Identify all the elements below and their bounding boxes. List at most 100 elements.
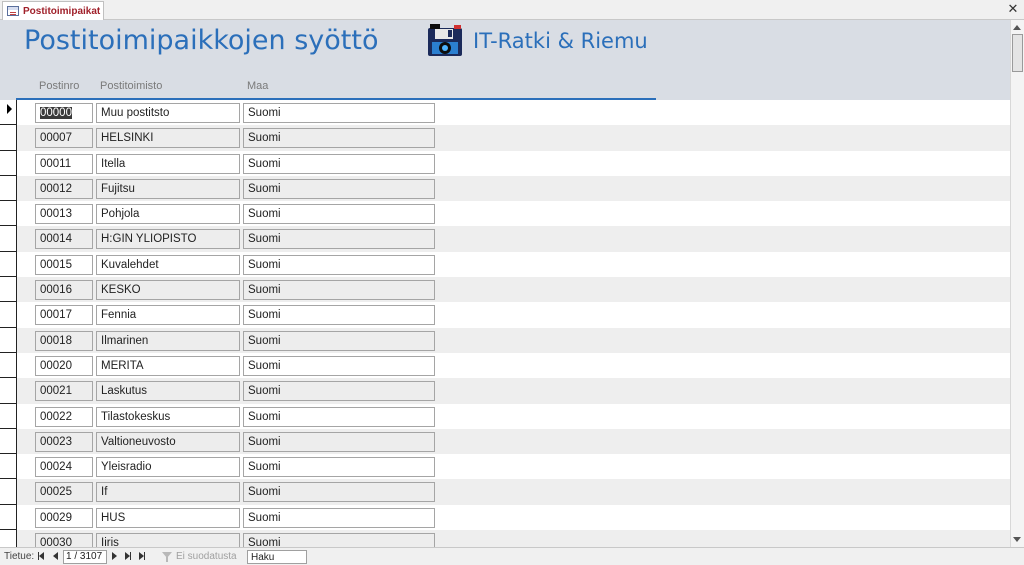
record-selector[interactable] xyxy=(0,327,17,353)
postinro-field[interactable]: 00030 xyxy=(35,533,93,547)
vertical-scrollbar[interactable] xyxy=(1010,20,1024,547)
previous-record-icon[interactable] xyxy=(53,550,63,562)
next-record-icon[interactable] xyxy=(112,550,122,562)
maa-field-value: Suomi xyxy=(248,157,281,170)
postitoimisto-field[interactable]: Muu postitsto xyxy=(96,103,240,123)
maa-field[interactable]: Suomi xyxy=(243,204,435,225)
postinro-field[interactable]: 00017 xyxy=(35,305,93,326)
record-selector[interactable] xyxy=(0,226,17,252)
current-record-field[interactable]: 1 / 3107 xyxy=(63,550,107,564)
record-selector[interactable] xyxy=(0,150,17,176)
postitoimisto-field[interactable]: HUS xyxy=(96,507,240,528)
postinro-field[interactable]: 00029 xyxy=(35,507,93,528)
postitoimisto-field-value: Yleisradio xyxy=(101,461,152,474)
record-row: 00014 H:GIN YLIOPISTO Suomi xyxy=(0,226,1010,252)
postinro-field[interactable]: 00021 xyxy=(35,381,93,402)
postitoimisto-field[interactable]: If xyxy=(96,482,240,503)
first-record-icon[interactable] xyxy=(38,550,48,562)
postinro-field[interactable]: 00020 xyxy=(35,355,93,376)
record-selector[interactable] xyxy=(0,479,17,505)
postinro-field[interactable]: 00022 xyxy=(35,406,93,427)
postinro-field[interactable]: 00015 xyxy=(35,254,93,275)
new-record-icon[interactable] xyxy=(139,550,149,562)
postinro-field[interactable]: 00024 xyxy=(35,457,93,478)
maa-field[interactable]: Suomi xyxy=(243,457,435,478)
maa-field[interactable]: Suomi xyxy=(243,330,435,351)
postinro-field[interactable]: 00016 xyxy=(35,280,93,301)
tab-postitoimipaikat[interactable]: Postitoimipaikat xyxy=(2,1,104,20)
maa-field[interactable]: Suomi xyxy=(243,482,435,503)
postitoimisto-field[interactable]: MERITA xyxy=(96,355,240,376)
postitoimisto-field[interactable]: Yleisradio xyxy=(96,457,240,478)
maa-field[interactable]: Suomi xyxy=(243,305,435,326)
record-selector[interactable] xyxy=(0,100,17,126)
maa-field[interactable]: Suomi xyxy=(243,431,435,452)
record-selector[interactable] xyxy=(0,175,17,202)
record-selector[interactable] xyxy=(0,201,17,227)
postitoimisto-field[interactable]: Kuvalehdet xyxy=(96,254,240,275)
postinro-field-value: 00000 xyxy=(40,107,72,119)
record-row: 00007 HELSINKI Suomi xyxy=(0,125,1010,151)
record-selector[interactable] xyxy=(0,428,17,455)
maa-field[interactable]: Suomi xyxy=(243,254,435,275)
maa-field[interactable]: Suomi xyxy=(243,355,435,376)
scroll-down-icon[interactable] xyxy=(1013,537,1021,542)
record-selector[interactable] xyxy=(0,251,17,278)
maa-field[interactable]: Suomi xyxy=(243,178,435,199)
record-selector[interactable] xyxy=(0,454,17,480)
postinro-field[interactable]: 00012 xyxy=(35,178,93,199)
scroll-thumb[interactable] xyxy=(1012,34,1023,72)
postitoimisto-field[interactable]: Valtioneuvosto xyxy=(96,431,240,452)
record-selector[interactable] xyxy=(0,352,17,379)
scroll-up-icon[interactable] xyxy=(1013,25,1021,30)
postitoimisto-field[interactable]: HELSINKI xyxy=(96,128,240,149)
record-selector[interactable] xyxy=(0,378,17,404)
maa-field-value: Suomi xyxy=(248,233,281,246)
filter-toggle[interactable]: Ei suodatusta xyxy=(162,551,237,562)
last-record-icon[interactable] xyxy=(125,550,135,562)
maa-field[interactable]: Suomi xyxy=(243,128,435,149)
postitoimisto-field[interactable]: KESKO xyxy=(96,280,240,301)
record-row: 00000 Muu postitsto Suomi xyxy=(0,100,1010,126)
maa-field[interactable]: Suomi xyxy=(243,507,435,528)
postitoimisto-field-value: MERITA xyxy=(101,359,144,372)
postinro-field[interactable]: 00013 xyxy=(35,204,93,225)
postinro-field[interactable]: 00023 xyxy=(35,431,93,452)
postitoimisto-field[interactable]: Iiris xyxy=(96,533,240,547)
postitoimisto-field[interactable]: Tilastokeskus xyxy=(96,406,240,427)
postinro-field[interactable]: 00014 xyxy=(35,229,93,250)
postitoimisto-field-value: Fujitsu xyxy=(101,182,135,195)
postitoimisto-field[interactable]: Itella xyxy=(96,153,240,174)
postinro-field[interactable]: 00018 xyxy=(35,330,93,351)
postitoimisto-field[interactable]: Laskutus xyxy=(96,381,240,402)
postinro-field[interactable]: 00025 xyxy=(35,482,93,503)
record-selector[interactable] xyxy=(0,125,17,151)
postinro-field[interactable]: 00007 xyxy=(35,128,93,149)
record-selector[interactable] xyxy=(0,302,17,328)
postitoimisto-field[interactable]: Fennia xyxy=(96,305,240,326)
postitoimisto-field[interactable]: Ilmarinen xyxy=(96,330,240,351)
record-row: 00020 MERITA Suomi xyxy=(0,352,1010,379)
postinro-field[interactable]: 00011 xyxy=(35,153,93,174)
record-selector[interactable] xyxy=(0,403,17,429)
record-selector[interactable] xyxy=(0,530,17,547)
maa-field[interactable]: Suomi xyxy=(243,406,435,427)
maa-field[interactable]: Suomi xyxy=(243,103,435,123)
access-form-window: Postitoimipaikat ✕ Postitoimipaikkojen s… xyxy=(0,0,1024,565)
postinro-field-value: 00018 xyxy=(40,334,72,347)
maa-field[interactable]: Suomi xyxy=(243,153,435,174)
maa-field[interactable]: Suomi xyxy=(243,381,435,402)
postitoimisto-field[interactable]: Fujitsu xyxy=(96,178,240,199)
maa-field[interactable]: Suomi xyxy=(243,229,435,250)
maa-field[interactable]: Suomi xyxy=(243,533,435,547)
postitoimisto-field-value: Valtioneuvosto xyxy=(101,435,176,448)
postitoimisto-field[interactable]: Pohjola xyxy=(96,204,240,225)
record-selector[interactable] xyxy=(0,277,17,303)
postinro-field[interactable]: 00000 xyxy=(35,103,93,123)
postitoimisto-field-value: HUS xyxy=(101,511,126,524)
maa-field[interactable]: Suomi xyxy=(243,280,435,301)
close-icon[interactable]: ✕ xyxy=(1006,2,1020,16)
postitoimisto-field[interactable]: H:GIN YLIOPISTO xyxy=(96,229,240,250)
search-input[interactable] xyxy=(247,550,307,564)
record-selector[interactable] xyxy=(0,504,17,531)
